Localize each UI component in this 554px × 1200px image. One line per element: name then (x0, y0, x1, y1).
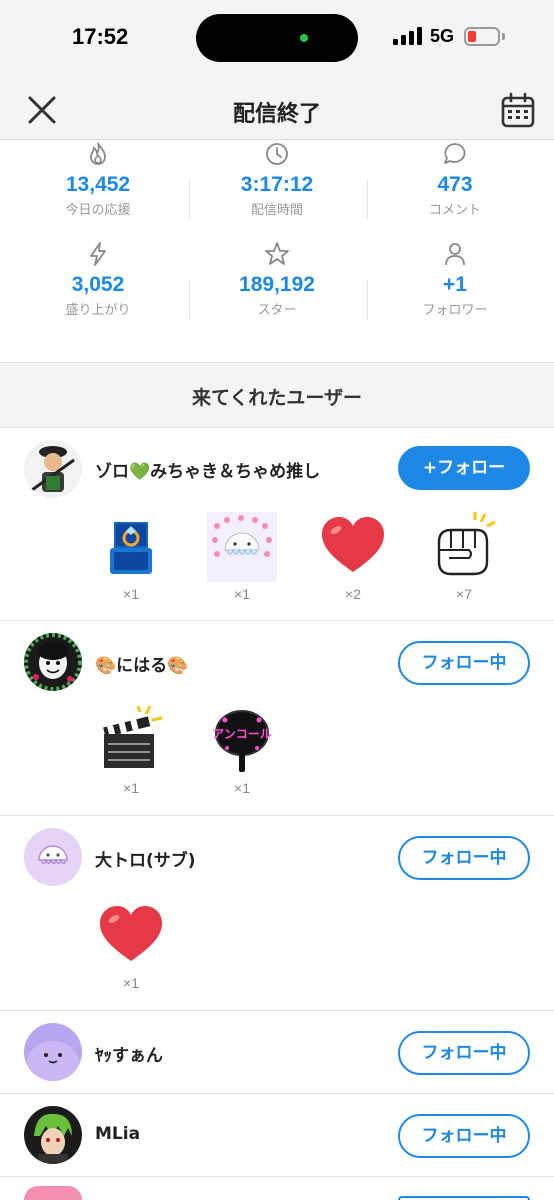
clock-icon (266, 143, 288, 165)
uchiwa-fan-icon: アンコール (212, 710, 272, 772)
heart-icon (322, 517, 384, 572)
gift-count: ×1 (123, 586, 139, 602)
user-row-partial (0, 1178, 554, 1200)
avatar[interactable] (24, 633, 82, 691)
stats-panel: 13,452 今日の応援 3:17:12 配信時間 473 コメント 3,052… (0, 141, 554, 362)
calendar-icon[interactable] (498, 90, 538, 130)
avatar[interactable] (24, 440, 82, 498)
user-row: ゾロ💚みちゃき＆ちゃめ推し +フォロー ×1 ×1 ×2 ×7 (0, 428, 554, 621)
stat-label: スター (257, 303, 297, 318)
user-name[interactable]: 🎨にはる🎨 (95, 651, 188, 676)
comment-icon (444, 143, 466, 164)
stat-followers: +1 フォロワー (363, 241, 547, 318)
avatar[interactable] (24, 1106, 82, 1164)
following-button[interactable]: フォロー中 (398, 641, 530, 685)
stat-label: フォロワー (422, 303, 488, 318)
page-title: 配信終了 (232, 102, 321, 127)
battery-icon (464, 27, 500, 46)
dynamic-island (196, 14, 358, 62)
section-header: 来てくれたユーザー (0, 362, 554, 428)
star-icon (265, 242, 289, 265)
user-row: 大トロ(サブ) フォロー中 ×1 (0, 817, 554, 1011)
gift-count: ×1 (123, 975, 139, 991)
stat-value: 473 (437, 173, 473, 196)
user-row: 🎨にはる🎨 フォロー中 ×1 アンコール ×1 (0, 622, 554, 816)
user-row: ﾔｯすぁん フォロー中 (0, 1012, 554, 1094)
stat-label: 配信時間 (250, 203, 303, 218)
fist-icon (437, 512, 496, 576)
stat-label: 今日の応援 (65, 203, 131, 218)
camera-indicator-icon (300, 34, 308, 42)
gift-count: ×1 (234, 586, 250, 602)
gift-item: ×1 (91, 512, 171, 602)
user-name[interactable]: ゾロ💚みちゃき＆ちゃめ推し (95, 457, 320, 482)
following-button[interactable]: フォロー中 (398, 836, 530, 880)
avatar[interactable] (24, 1023, 82, 1081)
gift-item: ×1 (91, 706, 171, 796)
status-bar: 17:52 5G (0, 0, 554, 80)
svg-text:アンコール: アンコール (212, 727, 272, 741)
following-button[interactable]: フォロー中 (398, 1031, 530, 1075)
flame-icon (90, 142, 106, 165)
section-title: 来てくれたユーザー (191, 387, 363, 409)
gift-count: ×7 (456, 586, 472, 602)
user-row: MLia フォロー中 (0, 1095, 554, 1177)
status-time: 17:52 (72, 24, 129, 49)
following-button[interactable] (398, 1196, 530, 1200)
jellyfish-icon (207, 512, 277, 582)
avatar[interactable] (24, 828, 82, 886)
stat-stars: 189,192 スター (185, 241, 369, 318)
signal-icon (393, 27, 422, 45)
stat-value: 3:17:12 (240, 173, 314, 196)
gift-count: ×1 (234, 780, 250, 796)
gift-item: ×1 (202, 512, 282, 602)
stat-duration: 3:17:12 配信時間 (185, 141, 369, 218)
stat-label: コメント (428, 203, 481, 218)
following-button[interactable]: フォロー中 (398, 1114, 530, 1158)
stat-excitement: 3,052 盛り上がり (6, 241, 190, 318)
stat-value: +1 (443, 273, 467, 296)
lightning-icon (90, 242, 106, 266)
gift-item: ×1 (91, 901, 171, 991)
battery-cap (502, 33, 505, 40)
gift-item: アンコール ×1 (202, 706, 282, 796)
user-name[interactable]: ﾔｯすぁん (95, 1041, 163, 1066)
stat-value: 189,192 (239, 273, 315, 296)
stat-value: 3,052 (71, 273, 125, 296)
gift-item: ×2 (313, 512, 393, 602)
avatar[interactable] (24, 1186, 82, 1200)
network-type: 5G (430, 26, 455, 46)
person-icon (445, 243, 465, 266)
user-name[interactable]: MLia (95, 1124, 140, 1144)
user-name[interactable]: 大トロ(サブ) (95, 846, 196, 871)
stat-cheers: 13,452 今日の応援 (6, 141, 190, 218)
stat-value: 13,452 (65, 173, 131, 196)
heart-icon (100, 906, 162, 961)
follow-button[interactable]: +フォロー (398, 446, 530, 490)
navigation-bar: 配信終了 (0, 80, 554, 140)
gift-count: ×2 (345, 586, 361, 602)
gift-count: ×1 (123, 780, 139, 796)
stat-label: 盛り上がり (65, 303, 131, 318)
clapperboard-icon (103, 706, 163, 768)
ring-box-icon (110, 522, 152, 574)
gift-item: ×7 (424, 512, 504, 602)
stat-comments: 473 コメント (363, 141, 547, 218)
